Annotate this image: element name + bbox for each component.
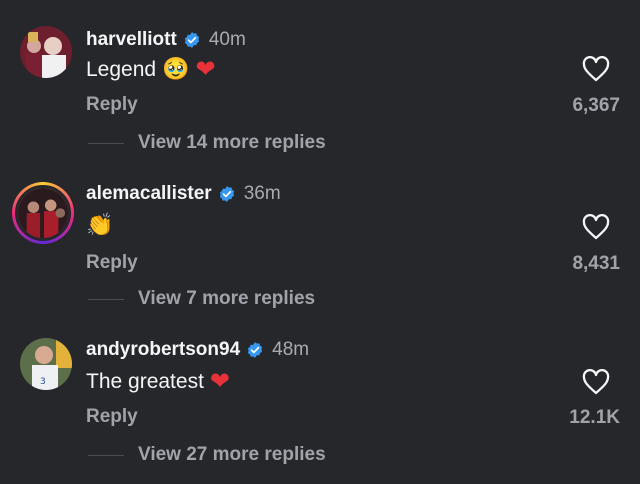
comment-item: harvelliott 40m Legend 🥹 ❤ Reply 6,367 V… [0, 26, 640, 182]
divider-line [88, 454, 124, 456]
avatar-image: 3 [20, 338, 72, 390]
timestamp: 40m [208, 29, 246, 50]
comment-text: The greatest ❤ [86, 368, 230, 396]
comment-text: 👏 [86, 212, 113, 240]
comment-item: 3 andyrobertson94 48m The greatest ❤ Rep… [0, 338, 640, 484]
comment-header: alemacallister 36m [86, 182, 281, 206]
view-replies-button[interactable]: View 7 more replies [88, 288, 315, 310]
timestamp: 36m [243, 183, 281, 204]
comment-item: alemacallister 36m 👏 Reply 8,431 View 7 … [0, 182, 640, 338]
reply-button[interactable]: Reply [86, 252, 138, 274]
view-replies-label: View 7 more replies [138, 288, 316, 309]
like-count: 12.1K [569, 407, 620, 428]
reply-button[interactable]: Reply [86, 94, 138, 116]
like-count: 8,431 [572, 253, 620, 274]
divider-line [88, 298, 124, 300]
red-heart-emoji: ❤ [195, 56, 216, 83]
avatar-image [18, 188, 68, 238]
avatar[interactable]: 3 [20, 338, 72, 390]
comment-text: Legend 🥹 ❤ [86, 56, 216, 84]
username[interactable]: alemacallister [86, 183, 212, 205]
comment-header: andyrobertson94 48m [86, 338, 309, 362]
svg-text:3: 3 [40, 377, 46, 387]
view-replies-button[interactable]: View 14 more replies [88, 132, 326, 154]
verified-badge-icon [248, 342, 263, 358]
avatar-image [20, 26, 72, 78]
verified-badge-icon [184, 32, 199, 48]
username[interactable]: andyrobertson94 [86, 339, 240, 361]
view-replies-button[interactable]: View 27 more replies [88, 444, 326, 466]
clapping-hands-emoji: 👏 [86, 213, 114, 238]
view-replies-label: View 14 more replies [138, 132, 326, 153]
verified-badge-icon [219, 186, 234, 202]
red-heart-emoji: ❤ [209, 368, 231, 395]
comment-text-body: The greatest [86, 370, 204, 393]
divider-line [88, 142, 124, 144]
avatar[interactable] [20, 26, 72, 78]
like-heart-icon[interactable] [582, 214, 610, 240]
pleading-face-emoji: 🥹 [162, 57, 190, 82]
reply-button[interactable]: Reply [86, 406, 138, 428]
view-replies-label: View 27 more replies [138, 444, 326, 465]
avatar [15, 185, 71, 241]
comment-text-body: Legend [86, 58, 157, 81]
like-heart-icon[interactable] [582, 56, 610, 82]
like-heart-icon[interactable] [582, 369, 610, 395]
comment-header: harvelliott 40m [86, 28, 246, 52]
avatar-story-ring[interactable] [12, 182, 74, 244]
username[interactable]: harvelliott [86, 29, 177, 51]
timestamp: 48m [272, 339, 310, 360]
like-count: 6,367 [572, 95, 620, 116]
